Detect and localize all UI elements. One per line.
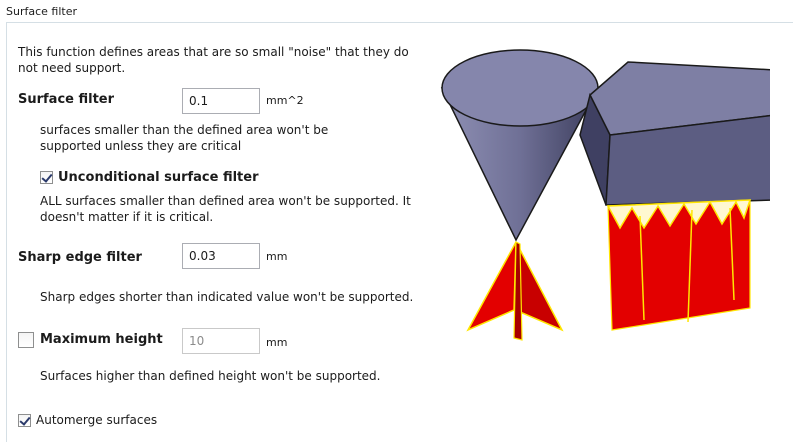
maximum-height-unit: mm (266, 336, 288, 349)
box-model (579, 61, 770, 206)
cone-support (466, 241, 564, 341)
support-illustration (440, 49, 770, 341)
group-title: Surface filter (6, 5, 77, 18)
surface-filter-unit: mm^2 (266, 94, 304, 107)
intro-text: This function defines areas that are so … (18, 45, 409, 75)
box-support (606, 199, 752, 331)
maximum-height-label[interactable]: Maximum height (40, 332, 163, 347)
surface-filter-input[interactable]: 0.1 (182, 88, 260, 114)
maximum-height-input[interactable]: 10 (182, 328, 260, 354)
cone-model (440, 49, 600, 242)
automerge-checkbox[interactable] (18, 414, 31, 427)
unconditional-filter-description: ALL surfaces smaller than defined area w… (40, 194, 411, 224)
sharp-edge-filter-description: Sharp edges shorter than indicated value… (40, 290, 414, 304)
sharp-edge-filter-unit: mm (266, 250, 288, 263)
surface-filter-label: Surface filter (18, 92, 115, 107)
surface-filter-description: surfaces smaller than the defined area w… (40, 123, 329, 153)
unconditional-filter-label[interactable]: Unconditional surface filter (58, 170, 259, 185)
automerge-label[interactable]: Automerge surfaces (36, 412, 157, 428)
sharp-edge-filter-input[interactable]: 0.03 (182, 243, 260, 269)
maximum-height-description: Surfaces higher than defined height won'… (40, 369, 381, 383)
maximum-height-checkbox[interactable] (18, 332, 34, 348)
unconditional-filter-checkbox[interactable] (40, 171, 53, 184)
sharp-edge-filter-label: Sharp edge filter (18, 250, 142, 265)
